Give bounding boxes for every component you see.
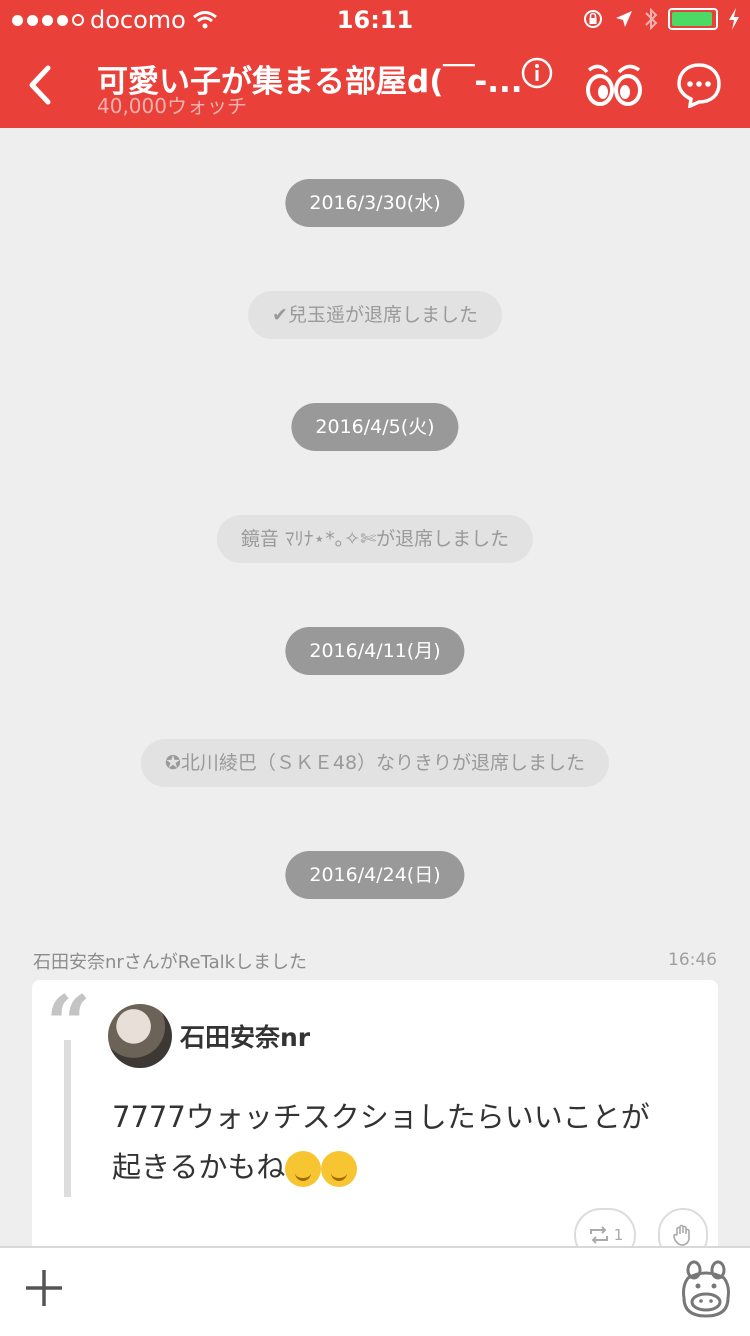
hippo-mascot-icon[interactable] xyxy=(680,1258,732,1320)
message-time: 16:46 xyxy=(668,950,717,970)
retalk-notice: 石田安奈nrさんがReTalkしました xyxy=(33,952,308,973)
avatar[interactable] xyxy=(108,1004,172,1068)
rotation-lock-icon xyxy=(584,10,602,28)
retalk-card[interactable]: “ 石田安奈nr 7777ウォッチスクショしたらいいことが 起きるかもね 1 xyxy=(32,980,718,1246)
date-separator: 2016/3/30(水) xyxy=(285,179,465,227)
input-bar xyxy=(0,1246,750,1336)
date-separator: 2016/4/11(月) xyxy=(285,627,465,675)
repeat-icon xyxy=(589,1226,608,1244)
retalk-button[interactable]: 1 xyxy=(574,1208,636,1246)
charging-bolt-icon xyxy=(729,8,739,30)
retalk-count: 1 xyxy=(613,1226,624,1244)
bluetooth-icon xyxy=(645,7,658,31)
date-separator: 2016/4/24(日) xyxy=(285,851,465,899)
location-arrow-icon xyxy=(616,11,632,27)
author-name[interactable]: 石田安奈nr xyxy=(180,1018,310,1054)
chat-bubble-icon[interactable] xyxy=(676,62,722,108)
message-line-1: 7777ウォッチスクショしたらいいことが xyxy=(112,1100,650,1134)
plus-icon[interactable] xyxy=(24,1268,64,1308)
info-icon[interactable] xyxy=(520,56,554,90)
watch-count: 40,000ウォッチ xyxy=(97,94,247,118)
like-button[interactable] xyxy=(658,1208,708,1246)
message-list[interactable]: 2016/3/30(水) ✔兒玉遥が退席しました 2016/4/5(火) 鏡音 … xyxy=(0,128,750,1246)
message-text: 7777ウォッチスクショしたらいいことが 起きるかもね xyxy=(112,1092,692,1192)
app-header: docomo 16:11 可愛い子が集まる部屋d(￣-... 40,000ウォッ… xyxy=(0,0,750,128)
system-message: 鏡音 ﾏﾘﾅ⋆*｡✧✄が退席しました xyxy=(216,515,534,563)
back-button[interactable] xyxy=(22,60,62,110)
system-message: ✔兒玉遥が退席しました xyxy=(248,291,502,339)
message-line-2: 起きるかもね xyxy=(112,1150,286,1184)
date-separator: 2016/4/5(火) xyxy=(291,403,459,451)
status-bar: docomo 16:11 xyxy=(0,0,750,40)
smile-emoji-icon xyxy=(321,1151,358,1187)
system-message: ✪北川綾巴（ＳＫＥ48）なりきりが退席しました xyxy=(140,739,610,787)
eyes-icon[interactable] xyxy=(583,62,645,108)
quote-bar xyxy=(64,1040,71,1197)
status-icons xyxy=(582,7,740,31)
message-line-2-wrap: 起きるかもね xyxy=(112,1142,692,1192)
hand-icon xyxy=(673,1224,690,1246)
battery-icon xyxy=(668,8,718,30)
smile-emoji-icon xyxy=(285,1151,322,1187)
